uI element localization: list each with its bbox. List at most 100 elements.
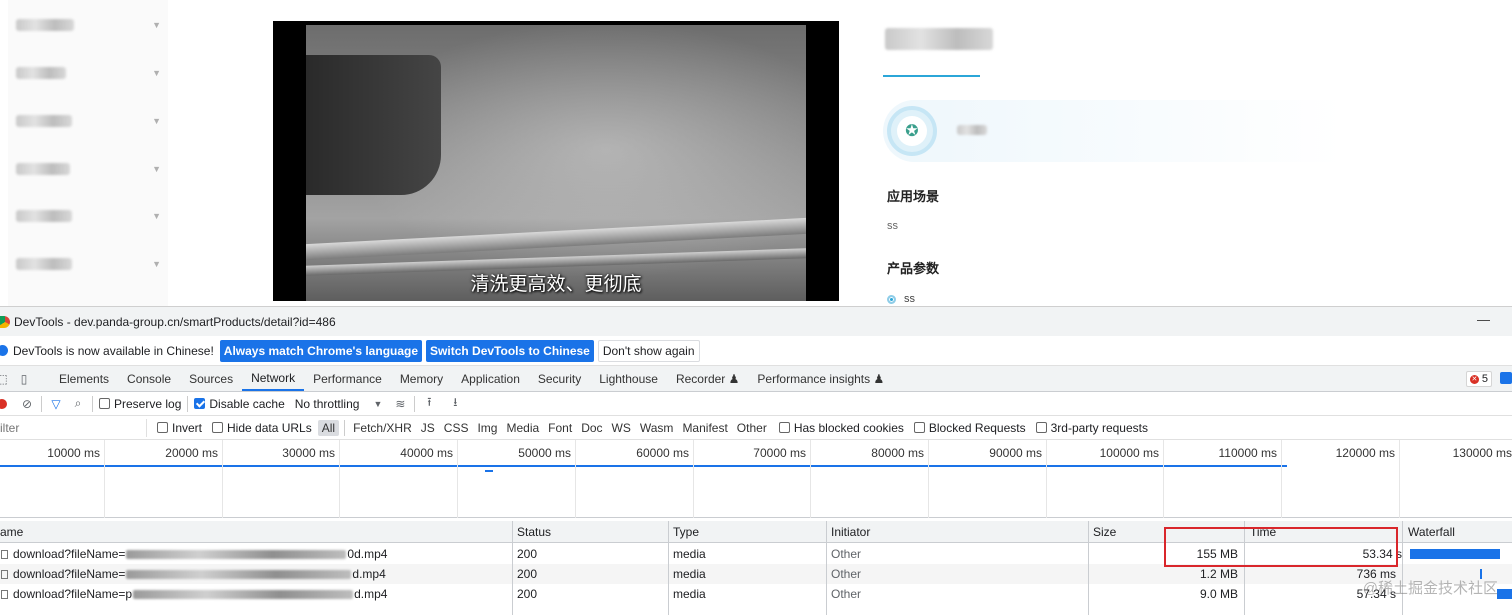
- filter-type-doc[interactable]: Doc: [577, 420, 606, 436]
- toolbar-divider: [41, 395, 42, 412]
- filter-input[interactable]: [0, 418, 147, 437]
- inspect-element-icon[interactable]: ⬚: [0, 371, 10, 387]
- request-status: 200: [517, 547, 538, 561]
- col-initiator[interactable]: Initiator: [827, 521, 1089, 542]
- sidebar-item-6[interactable]: ▼: [16, 249, 161, 279]
- waterfall-bar: [1497, 589, 1512, 599]
- blocked-cookies-label: Has blocked cookies: [793, 420, 904, 435]
- column-divider[interactable]: [668, 521, 669, 615]
- hide-data-urls-label: Hide data URLs: [227, 420, 312, 435]
- tab-network[interactable]: Network: [242, 366, 305, 391]
- toolbar-divider: [414, 395, 416, 412]
- col-waterfall[interactable]: Waterfall: [1404, 521, 1512, 542]
- filter-type-all[interactable]: All: [317, 419, 340, 436]
- tab-recorder[interactable]: Recorder ♟: [667, 366, 748, 391]
- video-machine-shadow: [306, 55, 441, 195]
- error-counter[interactable]: ✕ 5: [1465, 371, 1492, 387]
- badge-label: [957, 125, 987, 135]
- minimize-button[interactable]: —: [1477, 312, 1490, 327]
- param-item[interactable]: ss: [887, 293, 915, 305]
- filter-type-css[interactable]: CSS: [440, 420, 473, 436]
- blurred-label: [16, 115, 72, 127]
- name-suffix: 0d.mp4: [347, 547, 388, 561]
- tab-sources[interactable]: Sources: [180, 366, 242, 391]
- sidebar-item-2[interactable]: ▼: [16, 58, 161, 88]
- timeline-tick-label: 130000 ms: [1452, 446, 1512, 460]
- tab-memory[interactable]: Memory: [391, 366, 452, 391]
- device-toolbar-icon[interactable]: ▯: [16, 371, 32, 387]
- hide-data-urls-checkbox[interactable]: Hide data URLs: [212, 421, 312, 435]
- record-icon[interactable]: [0, 398, 7, 409]
- table-row[interactable]: download?fileName=p d.mp4 200 media Othe…: [0, 584, 1512, 604]
- col-name[interactable]: ame: [0, 521, 512, 542]
- sidebar-item-1[interactable]: ▼: [16, 10, 161, 40]
- column-divider[interactable]: [1088, 521, 1089, 615]
- sidebar-item-4[interactable]: ▼: [16, 154, 161, 184]
- request-status: 200: [517, 567, 538, 581]
- import-har-icon[interactable]: ⭱: [421, 395, 437, 412]
- filter-type-font[interactable]: Font: [544, 420, 576, 436]
- tab-performance-insights[interactable]: Performance insights ♟: [748, 366, 893, 391]
- sidebar-item-5[interactable]: ▼: [16, 201, 161, 231]
- filter-type-fetch-xhr[interactable]: Fetch/XHR: [349, 420, 416, 436]
- timeline-gridline: [104, 440, 105, 518]
- badge-circle: ✪: [887, 106, 937, 156]
- dont-show-again-button[interactable]: Don't show again: [597, 339, 700, 362]
- network-timeline-overview[interactable]: 10000 ms 20000 ms 30000 ms 40000 ms 50000 ms…: [0, 440, 1512, 518]
- filter-type-wasm[interactable]: Wasm: [636, 420, 678, 436]
- tab-lighthouse[interactable]: Lighthouse: [590, 366, 667, 391]
- preserve-log-checkbox[interactable]: Preserve log: [99, 397, 181, 411]
- blocked-requests-checkbox[interactable]: Blocked Requests: [913, 420, 1026, 435]
- blocked-requests-label: Blocked Requests: [928, 420, 1026, 435]
- request-type: media: [673, 547, 706, 561]
- filter-icon[interactable]: ▽: [48, 396, 64, 412]
- disable-cache-checkbox[interactable]: Disable cache: [194, 397, 285, 411]
- issues-icon[interactable]: [1500, 372, 1512, 384]
- timeline-gridline: [1399, 440, 1400, 518]
- filter-type-other[interactable]: Other: [733, 420, 771, 436]
- chevron-down-icon: ▼: [373, 398, 383, 409]
- third-party-checkbox[interactable]: 3rd-party requests: [1035, 420, 1148, 435]
- col-status[interactable]: Status: [513, 521, 669, 542]
- blocked-cookies-checkbox[interactable]: Has blocked cookies: [778, 420, 904, 435]
- request-name: download?fileName=p d.mp4: [0, 584, 512, 604]
- product-title: [885, 28, 993, 50]
- column-divider[interactable]: [1402, 521, 1403, 615]
- param-item-label: ss: [904, 293, 915, 305]
- tab-console[interactable]: Console: [118, 366, 180, 391]
- caret-down-icon: ▼: [152, 20, 161, 30]
- column-divider[interactable]: [826, 521, 827, 615]
- product-video[interactable]: 清洗更高效、更彻底: [273, 21, 839, 301]
- name-prefix: download?fileName=: [13, 547, 126, 561]
- third-party-label: 3rd-party requests: [1050, 420, 1148, 435]
- timeline-tick-label: 80000 ms: [871, 446, 924, 460]
- tab-security[interactable]: Security: [529, 366, 590, 391]
- tab-performance[interactable]: Performance: [304, 366, 391, 391]
- clear-icon[interactable]: ⊘: [19, 396, 35, 412]
- timeline-tick-label: 10000 ms: [47, 446, 100, 460]
- always-match-language-button[interactable]: Always match Chrome's language: [219, 339, 423, 362]
- filter-type-manifest[interactable]: Manifest: [678, 420, 731, 436]
- category-sidebar: ▼ ▼ ▼ ▼ ▼ ▼: [8, 0, 168, 306]
- export-har-icon[interactable]: ⭳: [447, 395, 463, 412]
- network-conditions-icon[interactable]: ≋: [392, 396, 408, 412]
- sidebar-item-3[interactable]: ▼: [16, 106, 161, 136]
- search-icon[interactable]: ⌕: [70, 396, 86, 412]
- column-divider[interactable]: [512, 521, 513, 615]
- timeline-gridline: [222, 440, 223, 518]
- switch-to-chinese-button[interactable]: Switch DevTools to Chinese: [426, 339, 594, 362]
- filter-type-img[interactable]: Img: [473, 420, 501, 436]
- invert-checkbox[interactable]: Invert: [157, 421, 202, 435]
- table-row[interactable]: download?fileName= d.mp4 200 media Other…: [0, 564, 1512, 584]
- timeline-tick-label: 40000 ms: [400, 446, 453, 460]
- filter-type-js[interactable]: JS: [417, 420, 439, 436]
- filter-type-ws[interactable]: WS: [608, 420, 635, 436]
- filter-type-media[interactable]: Media: [502, 420, 543, 436]
- col-type[interactable]: Type: [669, 521, 826, 542]
- tab-elements[interactable]: Elements: [50, 366, 118, 391]
- tab-application[interactable]: Application: [452, 366, 529, 391]
- blurred-label: [16, 163, 70, 175]
- throttling-select[interactable]: No throttling ▼: [295, 397, 383, 411]
- request-size: 1.2 MB: [1199, 567, 1238, 581]
- name-suffix: d.mp4: [352, 567, 386, 581]
